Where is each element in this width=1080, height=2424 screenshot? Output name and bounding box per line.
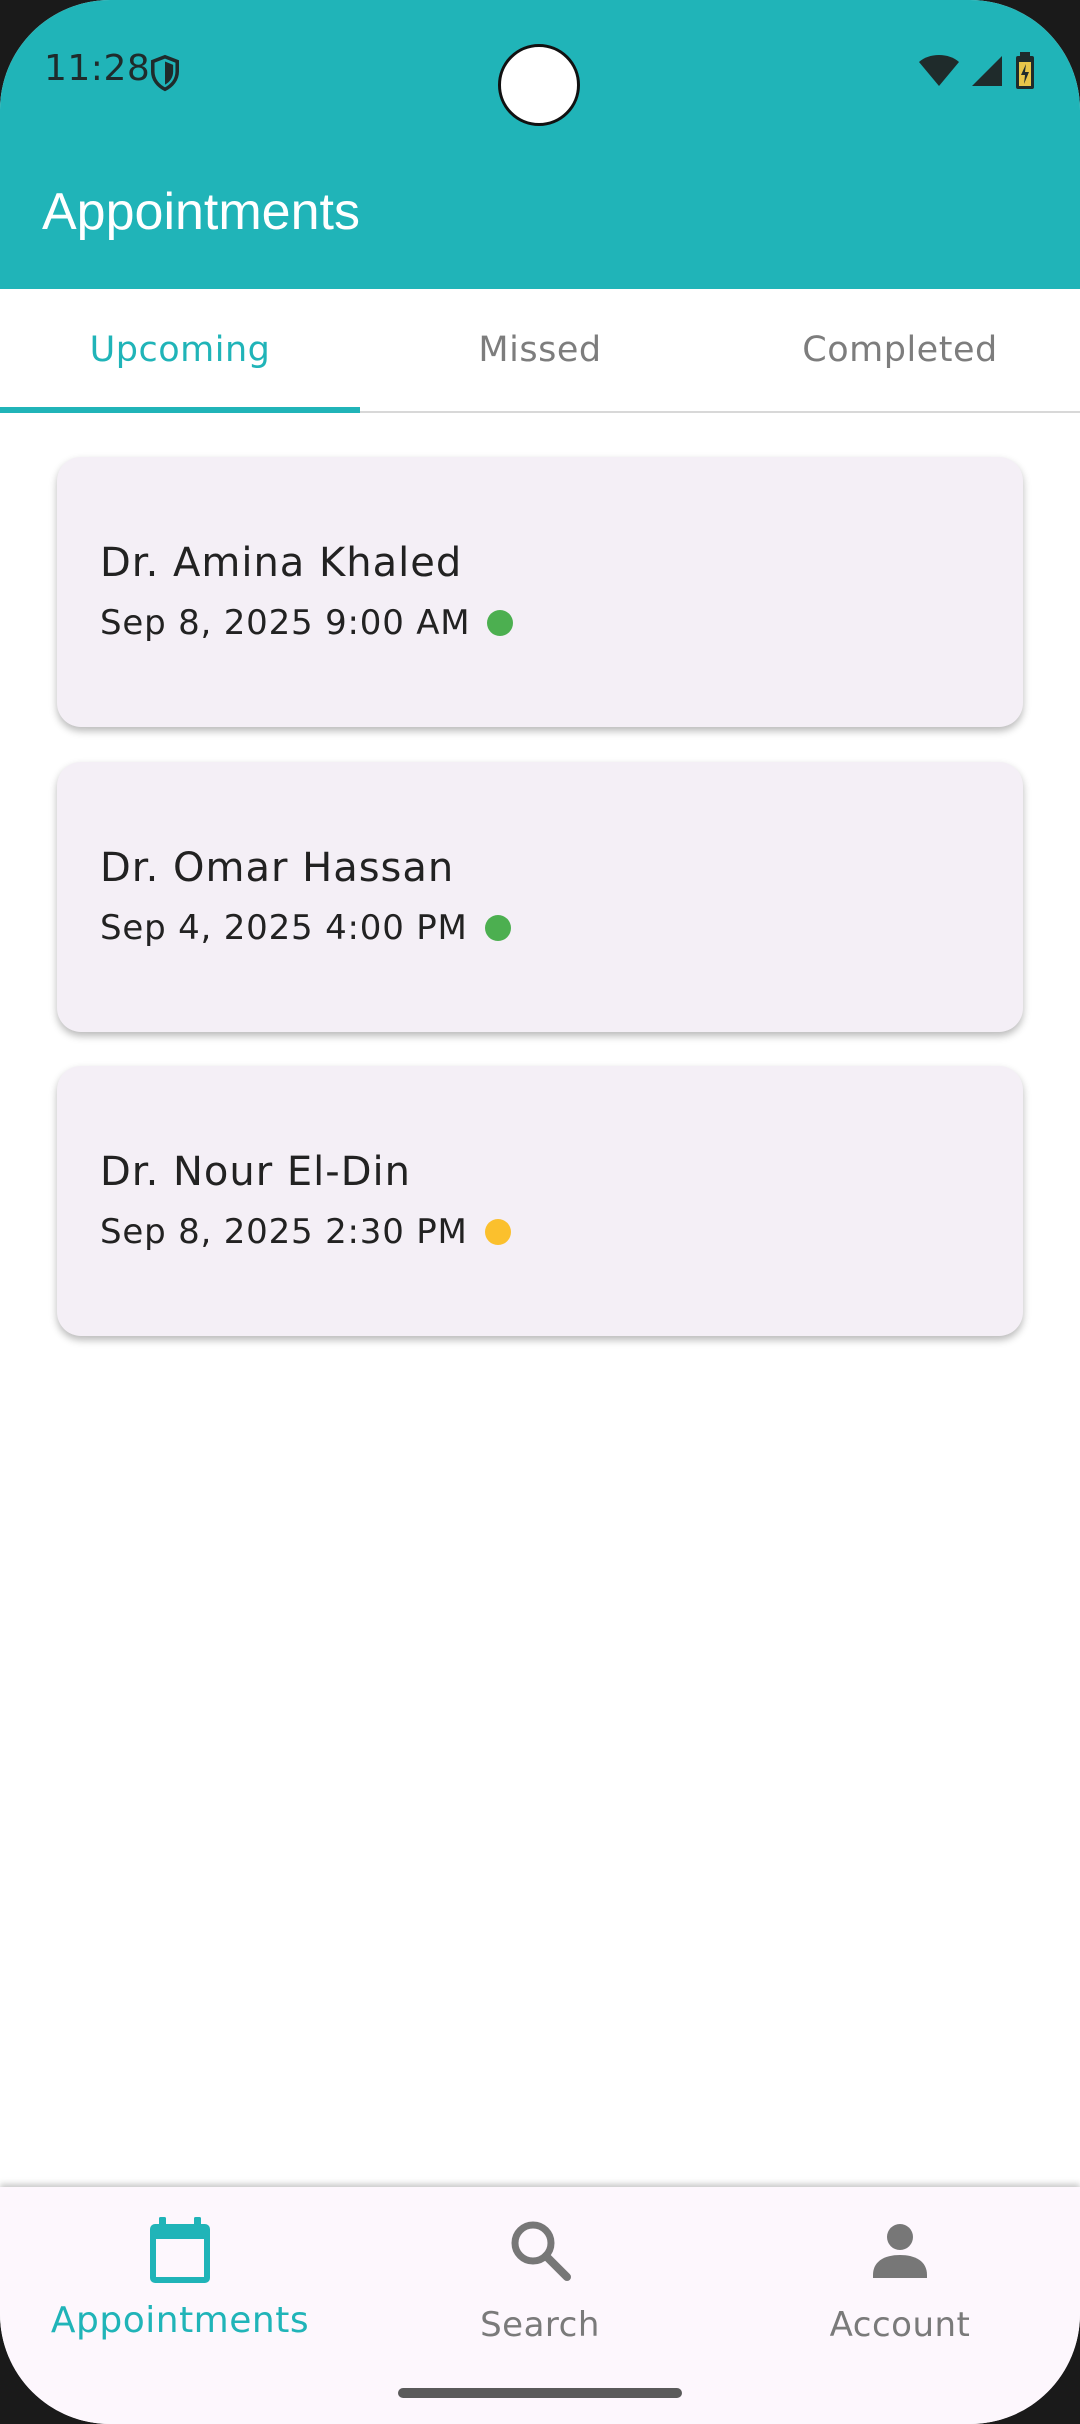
nav-item-account[interactable]: Account xyxy=(720,2187,1080,2367)
doctor-name: Dr. Omar Hassan xyxy=(100,845,455,891)
status-bar: 11:28 xyxy=(0,0,1080,140)
tab-label: Upcoming xyxy=(89,330,271,370)
status-dot xyxy=(487,610,514,636)
nav-label: Search xyxy=(480,2305,600,2345)
tab-bar: Upcoming Missed Completed xyxy=(0,289,1080,413)
appointment-meta: Sep 8, 2025 2:30 PM xyxy=(100,1212,511,1252)
page-title: Appointments xyxy=(42,183,360,241)
shield-icon xyxy=(151,54,179,92)
front-camera xyxy=(498,44,580,126)
appointment-datetime: Sep 8, 2025 2:30 PM xyxy=(100,1212,468,1252)
tab-indicator xyxy=(0,407,360,413)
status-dot xyxy=(484,915,511,941)
phone-screen: 11:28 Appointments Upcoming Missed Compl… xyxy=(0,0,1080,2424)
doctor-name: Dr. Amina Khaled xyxy=(100,540,463,586)
appointment-meta: Sep 4, 2025 4:00 PM xyxy=(100,908,511,948)
appointment-meta: Sep 8, 2025 9:00 AM xyxy=(100,603,514,643)
tab-label: Completed xyxy=(802,330,998,370)
tab-missed[interactable]: Missed xyxy=(360,289,720,411)
status-icons xyxy=(918,52,1036,90)
doctor-name: Dr. Nour El-Din xyxy=(100,1149,411,1195)
home-indicator[interactable] xyxy=(398,2388,682,2398)
wifi-icon xyxy=(919,55,959,86)
account-icon xyxy=(873,2224,927,2278)
tab-completed[interactable]: Completed xyxy=(720,289,1080,411)
nav-item-search[interactable]: Search xyxy=(360,2187,720,2367)
cell-signal-icon xyxy=(972,56,1002,86)
appointment-datetime: Sep 4, 2025 4:00 PM xyxy=(100,908,468,948)
app-bar: 11:28 Appointments xyxy=(0,0,1080,289)
appointment-card[interactable]: Dr. Amina Khaled Sep 8, 2025 9:00 AM xyxy=(57,457,1023,727)
battery-icon xyxy=(1016,52,1034,89)
tab-label: Missed xyxy=(478,330,602,370)
appointment-card[interactable]: Dr. Omar Hassan Sep 4, 2025 4:00 PM xyxy=(57,762,1023,1032)
status-time: 11:28 xyxy=(44,48,151,89)
appointment-card[interactable]: Dr. Nour El-Din Sep 8, 2025 2:30 PM xyxy=(57,1066,1023,1336)
appointment-datetime: Sep 8, 2025 9:00 AM xyxy=(100,603,471,643)
nav-item-appointments[interactable]: Appointments xyxy=(0,2187,360,2367)
tab-upcoming[interactable]: Upcoming xyxy=(0,289,360,413)
search-icon xyxy=(511,2221,571,2281)
nav-label: Account xyxy=(829,2305,971,2345)
status-dot xyxy=(484,1219,511,1245)
nav-label: Appointments xyxy=(50,2300,310,2341)
calendar-icon xyxy=(150,2217,210,2283)
